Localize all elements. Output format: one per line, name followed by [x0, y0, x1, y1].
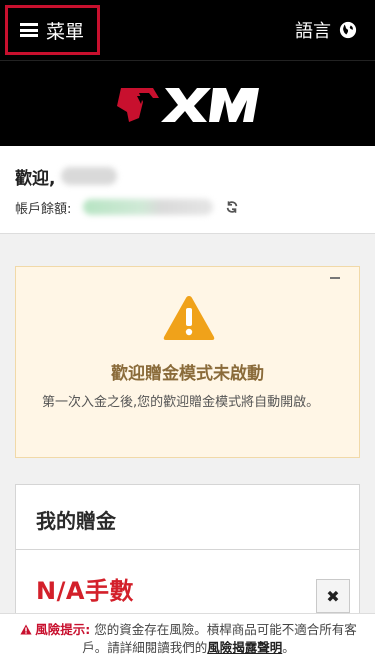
globe-icon	[339, 21, 357, 39]
divider	[16, 549, 359, 550]
language-button[interactable]: 語言	[295, 16, 357, 44]
risk-disclosure-link[interactable]: 風險揭露聲明	[207, 640, 282, 655]
logo-band	[0, 60, 375, 146]
hamburger-icon	[20, 23, 38, 37]
risk-warning-bar: 風險提示: 您的資金存在風險。槓桿商品可能不適合所有客戶。請詳細閱讀我們的風險揭…	[0, 613, 375, 667]
my-bonus-title: 我的贈金	[36, 509, 116, 533]
lots-unit: 手數	[84, 577, 134, 605]
xm-logo	[116, 87, 259, 122]
risk-label: 風險提示:	[35, 622, 91, 637]
menu-label: 菜單	[46, 20, 85, 43]
collapse-icon[interactable]	[330, 277, 340, 279]
notice-title: 歡迎贈金模式未啟動	[111, 364, 264, 384]
warning-icon	[20, 624, 32, 635]
warning-icon	[163, 296, 215, 340]
menu-button[interactable]: 菜單	[5, 5, 100, 55]
refresh-icon[interactable]	[225, 200, 239, 214]
lots-value: N/A	[36, 577, 85, 605]
close-button[interactable]: ✖	[316, 579, 350, 613]
bonus-lots: N/A手數	[36, 571, 134, 606]
language-label: 語言	[295, 21, 331, 42]
notice-body: 第一次入金之後,您的歡迎贈金模式將自動開啟。	[42, 395, 320, 410]
account-summary: 歡迎, 帳戶餘額:	[0, 146, 375, 234]
risk-end: 。	[282, 640, 295, 655]
top-bar: 菜單 語言	[0, 0, 375, 60]
balance-label: 帳戶餘額:	[15, 201, 72, 217]
bonus-notice-card: 歡迎贈金模式未啟動 第一次入金之後,您的歡迎贈金模式將自動開啟。	[15, 266, 360, 458]
close-icon: ✖	[326, 586, 340, 606]
welcome-text: 歡迎,	[15, 168, 56, 189]
blurred-balance	[83, 199, 214, 215]
blurred-username	[61, 167, 118, 185]
